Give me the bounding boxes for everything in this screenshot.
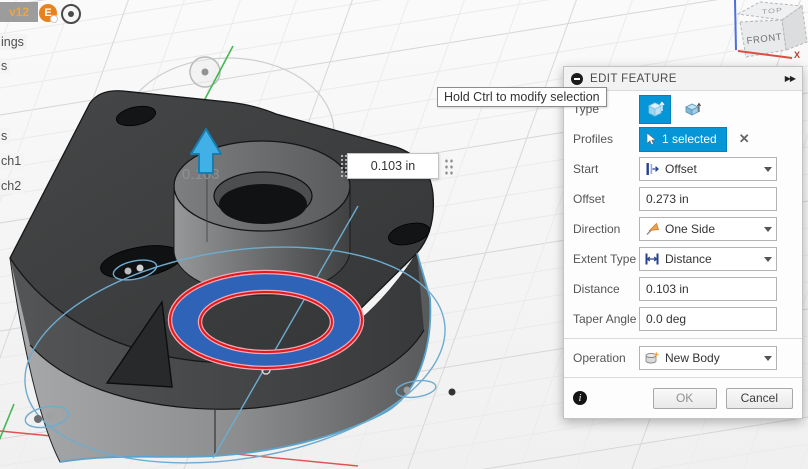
- cursor-icon: [646, 132, 657, 146]
- row-operation: Operation New Body: [564, 343, 802, 373]
- extrude-type-thin-button[interactable]: [676, 95, 708, 124]
- direction-value: One Side: [665, 222, 716, 236]
- operation-label: Operation: [573, 351, 626, 365]
- ok-button[interactable]: OK: [652, 387, 717, 409]
- row-profiles: Profiles 1 selected ✕: [564, 124, 802, 154]
- profiles-selected-chip[interactable]: 1 selected: [639, 126, 727, 152]
- operation-dropdown[interactable]: New Body: [639, 346, 777, 370]
- dialog-title: EDIT FEATURE: [590, 72, 677, 85]
- boss-bore-depth: [219, 184, 307, 224]
- dialog-grip-icon[interactable]: [571, 72, 583, 85]
- browser-item-fragment[interactable]: ch2: [0, 178, 25, 194]
- offset-input[interactable]: [644, 191, 772, 207]
- direction-label: Direction: [573, 222, 621, 236]
- user-avatar-badge[interactable]: E: [39, 4, 58, 23]
- divider: [564, 338, 802, 339]
- selection-tooltip: Hold Ctrl to modify selection: [437, 87, 607, 107]
- edit-feature-dialog: EDIT FEATURE ▶▶ Type Profiles 1 selected…: [563, 66, 803, 419]
- view-cube[interactable]: TOP FRONT X: [734, 0, 808, 60]
- profiles-label: Profiles: [573, 132, 614, 146]
- start-label: Start: [573, 162, 599, 176]
- operation-value: New Body: [665, 351, 720, 365]
- row-taper: Taper Angle: [564, 304, 802, 334]
- extrude-solid-icon: [648, 101, 665, 117]
- chevron-down-icon: [764, 355, 772, 361]
- dimension-drag-handle[interactable]: [340, 154, 347, 178]
- row-extent: Extent Type Distance: [564, 244, 802, 274]
- cancel-button[interactable]: Cancel: [725, 387, 793, 409]
- taper-angle-input[interactable]: [644, 311, 772, 327]
- dimension-value-input[interactable]: [347, 153, 439, 179]
- profiles-count: 1 selected: [662, 132, 717, 146]
- start-value: Offset: [665, 162, 697, 176]
- direction-dropdown[interactable]: One Side: [639, 217, 777, 241]
- dimension-input-group: [340, 153, 455, 179]
- offset-plane-icon: [646, 163, 659, 175]
- profiles-clear-icon[interactable]: ✕: [739, 131, 750, 147]
- offset-label: Offset: [573, 192, 605, 206]
- divider: [564, 377, 802, 378]
- distance-extent-icon: [645, 253, 659, 265]
- chevron-down-icon: [764, 256, 772, 262]
- extent-type-dropdown[interactable]: Distance: [639, 247, 777, 271]
- row-offset: Offset: [564, 184, 802, 214]
- new-body-icon: [645, 351, 660, 364]
- record-icon[interactable]: [61, 4, 81, 24]
- browser-item-fragment[interactable]: ings: [0, 34, 27, 50]
- row-distance: Distance: [564, 274, 802, 304]
- chevron-down-icon: [764, 166, 772, 172]
- viewcube-y-axis: [734, 0, 737, 51]
- extrude-type-solid-button[interactable]: [639, 94, 671, 124]
- extent-type-label: Extent Type: [573, 252, 637, 266]
- distance-label: Distance: [573, 282, 620, 296]
- distance-input[interactable]: [644, 281, 772, 297]
- document-tab[interactable]: v12: [0, 2, 38, 22]
- info-icon[interactable]: i: [573, 391, 587, 405]
- dialog-footer: i OK Cancel: [564, 382, 802, 418]
- taper-angle-label: Taper Angle: [573, 312, 637, 326]
- browser-item-fragment[interactable]: s: [0, 128, 11, 144]
- extent-type-value: Distance: [665, 252, 712, 266]
- browser-item-fragment[interactable]: s: [0, 58, 11, 74]
- chevron-down-icon: [764, 226, 772, 232]
- browser-item-fragment[interactable]: ch1: [0, 153, 25, 169]
- one-side-flag-icon: [646, 222, 660, 235]
- row-direction: Direction One Side: [564, 214, 802, 244]
- dialog-collapse-icon[interactable]: ▶▶: [785, 74, 796, 83]
- start-dropdown[interactable]: Offset: [639, 157, 777, 181]
- viewcube-x-label: X: [794, 50, 800, 60]
- row-start: Start Offset: [564, 154, 802, 184]
- extrude-thin-icon: [685, 102, 702, 116]
- dimension-options-icon[interactable]: [444, 157, 455, 175]
